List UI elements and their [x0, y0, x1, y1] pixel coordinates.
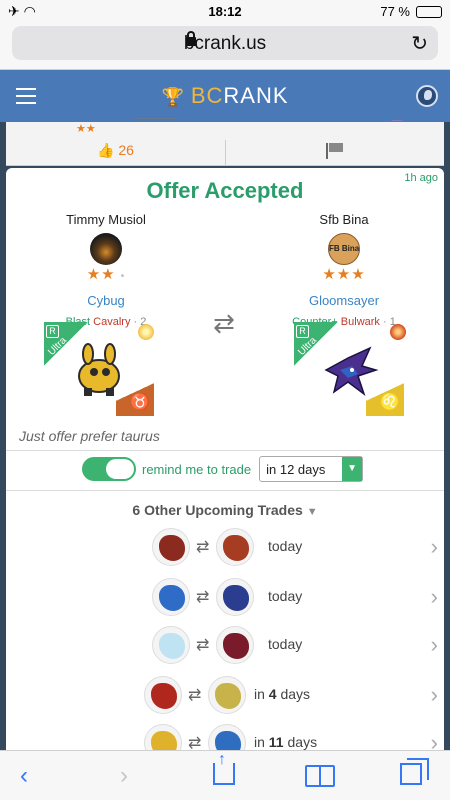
- forward-icon[interactable]: ›: [120, 762, 128, 790]
- trade-row[interactable]: ⇄ in 11 days ›: [144, 724, 438, 750]
- offer-note: Just offer prefer taurus: [19, 428, 160, 444]
- left-player: Timmy Musiol ★★ • Cybug Blast Cavalry · …: [16, 212, 196, 328]
- right-player-avatar[interactable]: FB Bina: [328, 233, 360, 265]
- taurus-zodiac-icon: ♉: [116, 368, 154, 416]
- remind-days-select[interactable]: in 12 days ▼: [259, 456, 364, 482]
- divider: [6, 490, 444, 491]
- monster-orb: [216, 578, 254, 616]
- url-text: bcrank.us: [183, 33, 267, 54]
- prev-cut-text: ‾‾‾‾‾‾‾‾‾‾‾: [136, 118, 177, 130]
- previous-trade-card: ★★ ‾‾‾‾‾‾‾‾‾‾‾ ‾‾‾ 👍 26: [6, 118, 444, 166]
- back-icon[interactable]: ‹: [20, 762, 28, 790]
- reload-icon[interactable]: ↻: [411, 31, 428, 56]
- swap-icon: ⇄: [196, 637, 210, 654]
- upcoming-trades-header[interactable]: 6 Other Upcoming Trades ▼: [6, 502, 444, 518]
- offer-title: Offer Accepted: [146, 178, 304, 203]
- brand-logo[interactable]: 🏆 BCRANK: [0, 83, 450, 109]
- chevron-right-icon[interactable]: ›: [431, 534, 438, 560]
- monster-orb: [144, 676, 182, 714]
- swap-icon: ⇄: [196, 589, 210, 606]
- trade-when: today: [268, 538, 303, 554]
- leo-zodiac-icon: ♌: [366, 368, 404, 416]
- right-player-name[interactable]: Sfb Bina: [254, 212, 434, 227]
- swap-icon: ⇄: [196, 539, 210, 556]
- offer-card: 1h ago Offer Accepted Timmy Musiol ★★ • …: [6, 168, 444, 750]
- swap-icon: ⇄: [188, 687, 202, 704]
- trade-when: in 4 days: [254, 686, 311, 702]
- trade-row[interactable]: ⇄ today ›: [152, 528, 438, 566]
- bookmarks-icon[interactable]: [305, 765, 335, 787]
- fire-element-icon: [390, 324, 406, 340]
- remind-label: remind me to trade: [142, 461, 252, 477]
- prev-cut-text-2: ‾‾‾: [392, 120, 402, 131]
- trade-row[interactable]: ⇄ today ›: [152, 578, 438, 616]
- left-monster-card[interactable]: R Ultra ♉: [44, 322, 154, 416]
- left-monster-name[interactable]: Cybug: [16, 293, 196, 308]
- caret-down-icon: ▼: [306, 506, 318, 518]
- flag-icon: [326, 143, 344, 159]
- trade-row[interactable]: ⇄ in 4 days ›: [144, 676, 438, 714]
- monster-orb: [208, 724, 246, 750]
- left-player-stars: ★★ •: [86, 266, 126, 283]
- browser-url-area: bcrank.us ↻: [0, 22, 450, 70]
- battery-text: 77 %: [380, 4, 410, 19]
- prev-stars: ★★: [76, 123, 96, 135]
- trophy-icon: 🏆: [161, 87, 185, 107]
- swap-arrows-icon: ⇄: [213, 308, 235, 338]
- chevron-right-icon[interactable]: ›: [431, 584, 438, 610]
- monster-orb: [144, 724, 182, 750]
- battery-icon: [416, 5, 442, 18]
- monster-orb: [216, 626, 254, 664]
- monster-orb: [216, 528, 254, 566]
- right-player-stars: ★★★: [322, 266, 366, 283]
- left-player-avatar[interactable]: [90, 233, 122, 265]
- right-player: Sfb Bina FB Bina ★★★ Gloomsayer Counter+…: [254, 212, 434, 328]
- reminder-row: remind me to trade in 12 days ▼: [82, 456, 364, 482]
- monster-orb: [208, 676, 246, 714]
- right-monster-card[interactable]: R Ultra ♌: [294, 322, 404, 416]
- share-icon[interactable]: [213, 751, 235, 785]
- right-monster-name[interactable]: Gloomsayer: [254, 293, 434, 308]
- battery-indicator: 77 %: [380, 4, 442, 19]
- chevron-right-icon[interactable]: ›: [431, 682, 438, 708]
- address-bar[interactable]: bcrank.us ↻: [12, 26, 438, 60]
- light-element-icon: [138, 324, 154, 340]
- trade-row[interactable]: ⇄ today ›: [152, 626, 438, 664]
- tabs-icon[interactable]: [400, 758, 429, 785]
- like-count: 26: [118, 142, 134, 158]
- monster-orb: [152, 528, 190, 566]
- monster-orb: [152, 578, 190, 616]
- trade-when: in 11 days: [254, 734, 318, 750]
- like-button[interactable]: 👍 26: [6, 142, 225, 159]
- chevron-right-icon[interactable]: ›: [431, 632, 438, 658]
- browser-toolbar: ‹ ›: [0, 750, 450, 800]
- trade-when: today: [268, 636, 303, 652]
- flag-button[interactable]: [225, 140, 444, 166]
- chevron-right-icon[interactable]: ›: [431, 730, 438, 750]
- trade-when: today: [268, 588, 303, 604]
- divider: [6, 450, 444, 451]
- left-player-name[interactable]: Timmy Musiol: [16, 212, 196, 227]
- monster-orb: [152, 626, 190, 664]
- status-bar: ✈ ◠ 18:12 77 %: [0, 0, 450, 22]
- swap-icon: ⇄: [188, 735, 202, 750]
- chevron-down-icon: ▼: [342, 457, 363, 481]
- globe-icon[interactable]: [416, 85, 438, 107]
- remind-toggle[interactable]: [82, 457, 136, 481]
- app-header: 🏆 BCRANK: [0, 70, 450, 122]
